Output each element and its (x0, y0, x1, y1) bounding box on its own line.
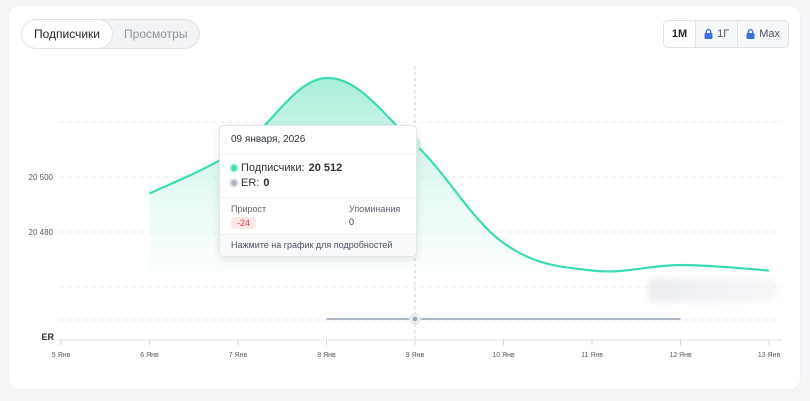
tooltip-date: 09 января, 2026 (231, 134, 306, 145)
tooltip-er-value: 0 (263, 177, 270, 189)
x-tick-label: 5 Янв (52, 352, 71, 359)
x-tick-label: 11 Янв (581, 352, 603, 359)
x-tick-label: 13 Янв (758, 352, 781, 359)
x-tick-label: 6 Янв (140, 352, 159, 359)
series-dot-icon (231, 165, 237, 171)
x-tick-label: 8 Янв (317, 352, 336, 359)
tooltip-mentions-value: 0 (349, 217, 355, 227)
tooltip-subscribers-value: 20 512 (308, 162, 343, 174)
blurred-placeholder (648, 278, 776, 302)
er-hover-point (411, 315, 419, 323)
divider (220, 197, 416, 198)
tooltip-mentions-label: Упоминания (349, 204, 401, 214)
tooltip-growth-label: Прирост (231, 204, 267, 214)
y-tick-label: 20 500 (29, 173, 54, 182)
x-tick-label: 10 Янв (492, 352, 515, 359)
x-tick-label: 12 Янв (669, 352, 692, 359)
tooltip-growth-value: -24 (231, 217, 257, 229)
divider (220, 154, 416, 155)
er-axis-label: ER (41, 332, 54, 342)
tooltip-subscribers-row: Подписчики: 20 512 (231, 162, 342, 174)
x-tick-label: 7 Янв (229, 352, 248, 359)
tooltip-er-row: ER: 0 (231, 177, 269, 189)
tooltip-subscribers-label: Подписчики: (241, 162, 305, 174)
tooltip-er-label: ER: (241, 177, 260, 189)
tooltip-footer: Нажмите на график для подробностей (220, 234, 416, 256)
chart-tooltip: 09 января, 2026 Подписчики: 20 512 ER: 0… (219, 125, 417, 257)
er-dot-icon (231, 180, 237, 186)
x-tick-label: 9 Янв (406, 352, 425, 359)
y-tick-label: 20 480 (29, 228, 54, 237)
